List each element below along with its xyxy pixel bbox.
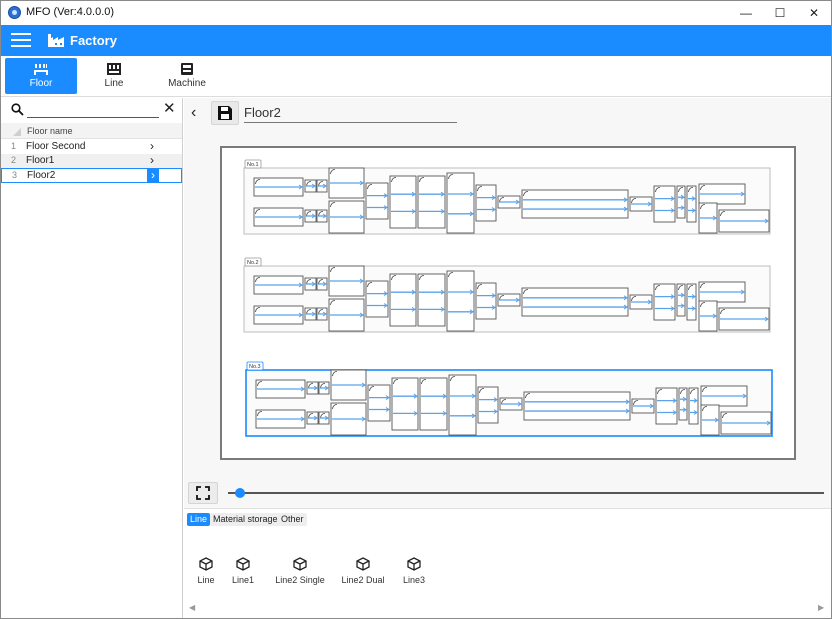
floor-name-cell: Floor Second <box>26 141 86 152</box>
tab-line[interactable]: Line <box>78 58 150 94</box>
machine-block[interactable] <box>653 185 676 223</box>
cube-icon <box>356 557 370 571</box>
machine-block[interactable] <box>678 387 688 421</box>
row-number: 1 <box>11 141 17 151</box>
floor-name-cell: Floor1 <box>26 155 55 166</box>
floor-table-header: Floor name <box>1 123 182 139</box>
machine-block[interactable] <box>655 387 678 425</box>
machine-block[interactable] <box>365 182 389 220</box>
machine-block[interactable] <box>653 283 676 321</box>
fit-to-screen-button[interactable] <box>188 482 218 504</box>
machine-block[interactable] <box>676 283 686 317</box>
line-icon <box>107 63 121 75</box>
machine-block[interactable] <box>417 175 446 229</box>
title-bar: MFO (Ver:4.0.0.0) — ☐ ✕ <box>1 1 831 25</box>
machine-block[interactable] <box>523 391 631 421</box>
table-row[interactable]: 1 Floor Second › <box>1 140 182 154</box>
line-label: No.1 <box>247 162 259 168</box>
machine-block[interactable] <box>419 377 448 431</box>
floor-editor: ‹ No.1 No.2 No.3 Line Material storage Oth… <box>184 98 831 618</box>
maximize-button[interactable]: ☐ <box>763 1 797 25</box>
clear-search-icon[interactable]: ✕ <box>163 101 176 116</box>
scroll-left-icon[interactable]: ◀ <box>189 603 195 612</box>
machine-block[interactable] <box>417 273 446 327</box>
line-label: No.3 <box>249 364 261 370</box>
hamburger-icon[interactable] <box>11 33 31 48</box>
app-header: Factory <box>1 25 831 56</box>
header-title: Factory <box>70 33 117 48</box>
floor-name-cell: Floor2 <box>27 170 56 181</box>
palette-item-label: Line1 <box>231 575 255 585</box>
palette-item[interactable]: Line2 Single <box>265 557 335 585</box>
palette-tab-material-storage[interactable]: Material storage <box>210 513 281 526</box>
floor-layout-canvas[interactable]: No.1 No.2 No.3 <box>220 146 796 460</box>
app-window: MFO (Ver:4.0.0.0) — ☐ ✕ Factory Floor Li… <box>0 0 832 619</box>
tab-floor[interactable]: Floor <box>5 58 77 94</box>
zoom-slider-thumb[interactable] <box>234 488 245 498</box>
machine-block[interactable] <box>391 377 419 431</box>
main-tabs: Floor Line Machine <box>1 56 831 97</box>
table-row[interactable]: 2 Floor1 › <box>1 154 182 168</box>
machine-block[interactable] <box>521 287 629 317</box>
floor-list-panel: ✕ Floor name 1 Floor Second › 2 Floor1 ›… <box>1 98 183 618</box>
machine-block[interactable] <box>475 282 497 320</box>
machine-block[interactable] <box>477 386 499 424</box>
factory-icon <box>48 34 64 47</box>
scroll-right-icon[interactable]: ▶ <box>818 603 824 612</box>
line-label: No.2 <box>247 260 259 266</box>
zoom-slider-track[interactable] <box>228 492 824 494</box>
machine-block[interactable] <box>365 280 389 318</box>
palette-item-label: Line3 <box>402 575 426 585</box>
palette-item[interactable]: Line3 <box>379 557 449 585</box>
search-input[interactable] <box>27 102 159 118</box>
close-button[interactable]: ✕ <box>797 1 831 25</box>
chevron-right-icon[interactable]: › <box>147 169 159 182</box>
machine-block[interactable] <box>389 273 417 327</box>
machine-block[interactable] <box>676 185 686 219</box>
machine-block[interactable] <box>389 175 417 229</box>
fullscreen-icon <box>196 486 210 500</box>
tab-label: Floor <box>29 78 53 89</box>
machine-block[interactable] <box>475 184 497 222</box>
palette-tab-other[interactable]: Other <box>278 513 307 526</box>
cube-icon <box>293 557 307 571</box>
machine-block[interactable] <box>448 374 477 436</box>
cube-icon <box>236 557 250 571</box>
cube-icon <box>407 557 421 571</box>
row-number: 2 <box>11 155 17 165</box>
chevron-right-icon[interactable]: › <box>146 154 158 167</box>
window-title: MFO (Ver:4.0.0.0) <box>26 6 115 18</box>
select-all-corner[interactable] <box>13 128 21 136</box>
tab-label: Line <box>104 78 124 89</box>
tab-label: Machine <box>168 78 206 89</box>
machine-block[interactable] <box>446 270 475 332</box>
machine-block[interactable] <box>521 189 629 219</box>
floor-layout-svg[interactable]: No.1 No.2 No.3 <box>222 148 794 458</box>
floor-icon <box>34 64 48 75</box>
minimize-button[interactable]: — <box>729 1 763 25</box>
floor-name-field[interactable] <box>244 103 457 123</box>
tab-machine[interactable]: Machine <box>151 58 223 94</box>
chevron-left-icon[interactable]: ‹ <box>191 105 196 121</box>
palette-item-label: Line2 Single <box>275 575 325 585</box>
table-row-selected[interactable]: 3 Floor2 › <box>1 168 182 183</box>
machine-block[interactable] <box>446 172 475 234</box>
chevron-right-icon[interactable]: › <box>146 140 158 153</box>
row-number: 3 <box>12 170 18 180</box>
component-palette: Line Material storage Other Line Line1 Lin… <box>184 508 831 618</box>
machine-icon <box>181 63 193 75</box>
app-logo-icon <box>8 6 21 19</box>
search-icon <box>11 103 24 116</box>
save-button[interactable] <box>211 101 239 125</box>
palette-tab-line[interactable]: Line <box>187 513 211 526</box>
machine-block[interactable] <box>367 384 391 422</box>
save-icon <box>218 106 232 120</box>
column-header-floor-name[interactable]: Floor name <box>27 126 73 136</box>
